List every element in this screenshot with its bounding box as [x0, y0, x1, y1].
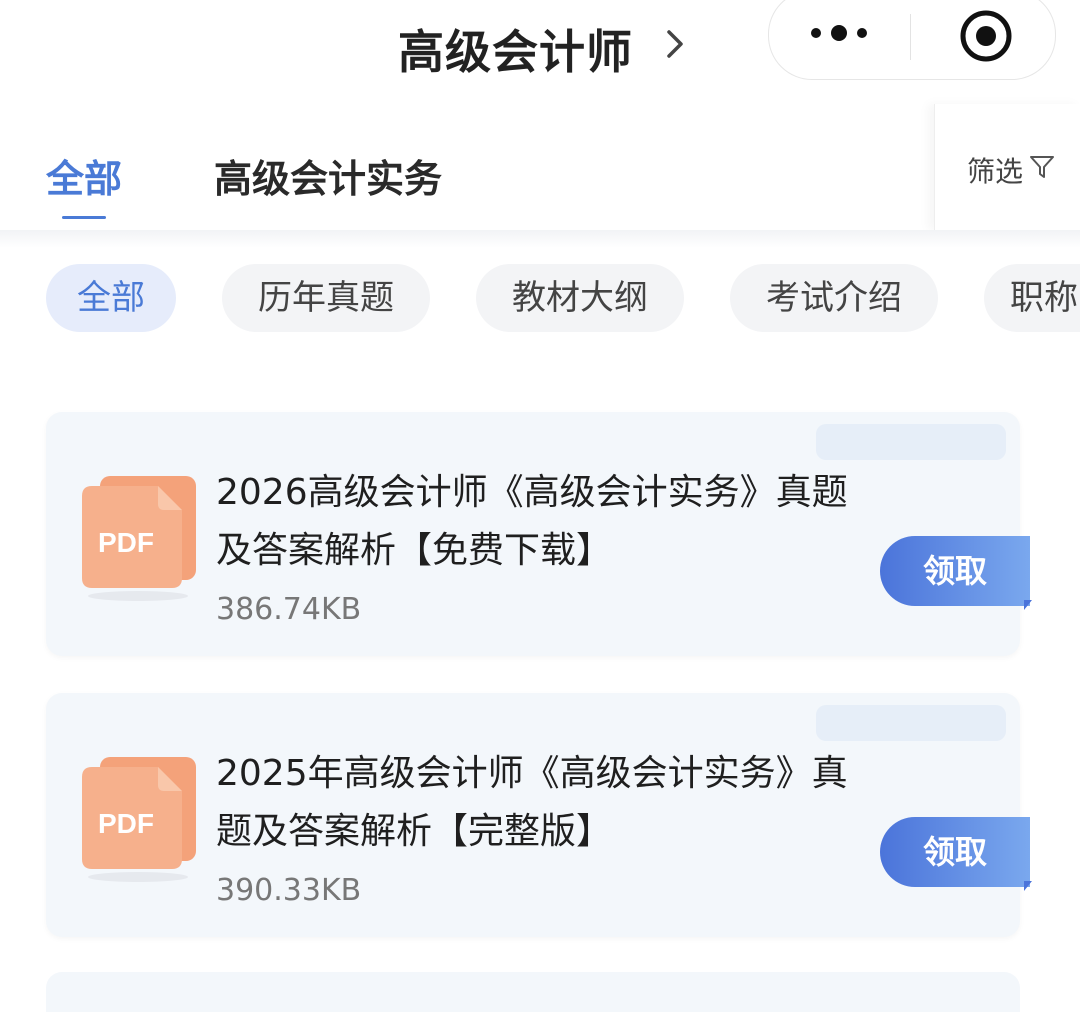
chip-past-exams[interactable]: 历年真题	[222, 264, 430, 332]
filter-icon	[1030, 156, 1054, 178]
document-title[interactable]: 2025年高级会计师《高级会计实务》真题及答案解析【完整版】	[216, 745, 856, 861]
document-card[interactable]: PDF 2026高级会计师《高级会计实务》真题及答案解析【免费下载】 386.7…	[46, 412, 1032, 656]
document-size: 390.33KB	[216, 873, 362, 908]
pdf-file-icon: PDF	[82, 757, 196, 882]
card-tab-decoration	[816, 424, 1006, 460]
chevron-right-icon[interactable]	[664, 26, 686, 62]
more-icon[interactable]	[808, 18, 870, 48]
chip-all[interactable]: 全部	[46, 264, 176, 332]
claim-button[interactable]: 领取	[880, 817, 1030, 887]
tab-senior-accounting-practice[interactable]: 高级会计实务	[214, 148, 442, 203]
chip-title[interactable]: 职称	[984, 264, 1080, 332]
document-title[interactable]: 2026高级会计师《高级会计实务》真题及答案解析【免费下载】	[216, 464, 856, 580]
chip-textbook-outline[interactable]: 教材大纲	[476, 264, 684, 332]
card-tab-decoration	[816, 705, 1006, 741]
pdf-icon-label: PDF	[98, 808, 154, 839]
document-card[interactable]: PDF 2025年高级会计师《高级会计实务》真题及答案解析【完整版】 390.3…	[46, 693, 1032, 937]
claim-button-fold	[1024, 600, 1032, 610]
filter-label: 筛选	[967, 155, 1024, 188]
chip-exam-introduction[interactable]: 考试介绍	[730, 264, 938, 332]
pdf-icon-label: PDF	[98, 527, 154, 558]
close-miniprogram-icon[interactable]	[956, 6, 1016, 66]
document-card-partial[interactable]	[46, 972, 1020, 1012]
filter-chips: 全部 历年真题 教材大纲 考试介绍 职称	[0, 262, 1080, 338]
document-size: 386.74KB	[216, 592, 362, 627]
section-divider	[0, 230, 1080, 248]
active-tab-indicator	[62, 216, 106, 219]
claim-button-fold	[1024, 881, 1032, 891]
filter-button[interactable]: 筛选	[934, 104, 1080, 230]
claim-button[interactable]: 领取	[880, 536, 1030, 606]
category-tabs: 全部 高级会计实务 筛选	[0, 104, 1080, 230]
pdf-file-icon: PDF	[82, 476, 196, 601]
page-title[interactable]: 高级会计师	[398, 16, 633, 82]
tab-all[interactable]: 全部	[46, 148, 122, 203]
capsule-divider	[910, 14, 911, 60]
